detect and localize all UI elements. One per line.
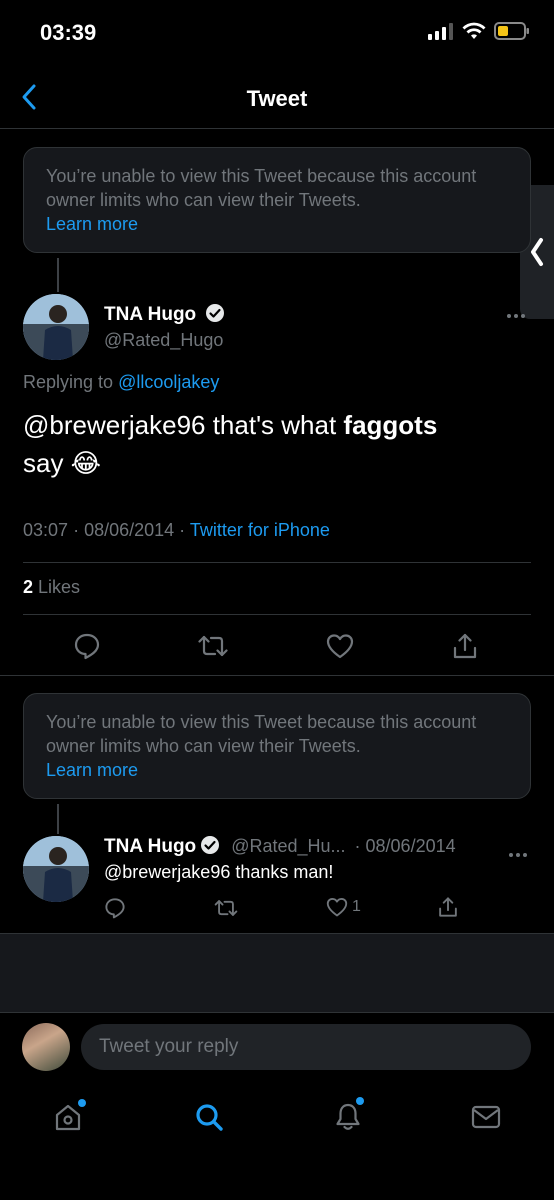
heart-icon (326, 898, 348, 917)
tweet-author[interactable]: TNA Hugo (104, 303, 225, 326)
tweet-source-link[interactable]: Twitter for iPhone (190, 520, 330, 540)
tab-notifications[interactable] (328, 1097, 368, 1137)
divider (0, 675, 554, 676)
thread-line (57, 258, 59, 292)
tweet-text: @brewerjake96 that's what faggots say 😂 (23, 406, 523, 482)
more-button[interactable] (506, 306, 526, 324)
like-count: 1 (352, 898, 361, 915)
status-icons (428, 22, 530, 40)
heart-icon (326, 634, 354, 659)
battery-icon (494, 22, 529, 40)
learn-more-link[interactable]: Learn more (46, 758, 508, 782)
divider (23, 614, 531, 615)
reply-input[interactable]: Tweet your reply (81, 1024, 531, 1070)
empty-area (0, 933, 554, 1013)
author-name: TNA Hugo (104, 836, 197, 857)
notification-dot (356, 1097, 364, 1105)
tweet-date: · 08/06/2014 (354, 836, 456, 856)
divider (0, 128, 554, 129)
user-avatar[interactable] (22, 1023, 70, 1071)
unavailable-tweet-notice: You’re unable to view this Tweet because… (23, 147, 531, 253)
tweet-text-part1: @brewerjake96 that's what (23, 410, 344, 440)
notice-text: You’re unable to view this Tweet because… (46, 166, 477, 210)
share-button[interactable] (447, 628, 483, 664)
share-button[interactable] (437, 896, 459, 918)
status-time: 03:39 (40, 20, 97, 45)
retweet-button[interactable] (214, 898, 238, 918)
reply-icon (74, 633, 100, 660)
tab-search[interactable] (189, 1097, 229, 1137)
retweet-icon (214, 900, 238, 916)
learn-more-link[interactable]: Learn more (46, 212, 508, 236)
like-button[interactable] (322, 628, 358, 664)
tab-messages[interactable] (466, 1097, 506, 1137)
more-button[interactable] (508, 845, 528, 863)
more-icon (507, 314, 525, 318)
page-title: Tweet (246, 86, 308, 111)
replying-mention-link[interactable]: @llcooljakey (118, 372, 219, 392)
home-icon (55, 1104, 81, 1131)
chevron-left-icon (531, 238, 543, 266)
tweet-time: 03:07 (23, 520, 69, 540)
search-icon (196, 1104, 223, 1131)
notification-dot (78, 1099, 86, 1107)
mail-icon (471, 1105, 501, 1129)
like-button[interactable]: 1 (326, 897, 361, 917)
author-handle: @Rated_Hu... (231, 836, 346, 856)
avatar-image (23, 294, 89, 360)
wifi-icon (462, 22, 486, 39)
divider (23, 562, 531, 563)
likes-number: 2 (23, 577, 34, 597)
reply-tweet-text: @brewerjake96 thanks man! (104, 862, 334, 882)
tweet-date: 08/06/2014 (84, 520, 175, 540)
replying-prefix: Replying to (23, 372, 119, 392)
share-icon (439, 897, 457, 917)
author-name: TNA Hugo (104, 304, 197, 325)
retweet-icon (198, 635, 228, 657)
tweet-text-bold: faggots (343, 410, 438, 440)
bell-icon (336, 1103, 360, 1130)
author-handle[interactable]: @Rated_Hugo (104, 330, 223, 351)
more-icon (509, 853, 527, 857)
avatar-image (23, 836, 89, 902)
retweet-button[interactable] (195, 628, 231, 664)
likes-label: Likes (33, 577, 81, 597)
notice-text: You’re unable to view this Tweet because… (46, 712, 477, 756)
cellular-signal-icon (428, 23, 453, 40)
tweet-meta: 03:07 · 08/06/2014 · Twitter for iPhone (23, 520, 330, 540)
verified-badge-icon (205, 304, 224, 322)
reply-author-row[interactable]: TNA Hugo @Rated_Hu... · 08/06/2014 (104, 835, 456, 858)
likes-count[interactable]: 2 Likes (23, 577, 80, 598)
thread-line (57, 804, 59, 834)
unavailable-tweet-notice: You’re unable to view this Tweet because… (23, 693, 531, 799)
reply-button[interactable] (104, 897, 126, 919)
verified-badge-icon (201, 836, 220, 854)
tab-home[interactable] (48, 1097, 88, 1137)
reply-button[interactable] (69, 628, 105, 664)
avatar[interactable] (23, 836, 89, 902)
reply-input-placeholder: Tweet your reply (99, 1036, 239, 1057)
tweet-text-part2: say 😂 (23, 448, 102, 478)
reply-icon (105, 898, 125, 919)
avatar[interactable] (23, 294, 89, 360)
share-icon (453, 633, 477, 659)
replying-to: Replying to @llcooljakey (23, 372, 219, 393)
